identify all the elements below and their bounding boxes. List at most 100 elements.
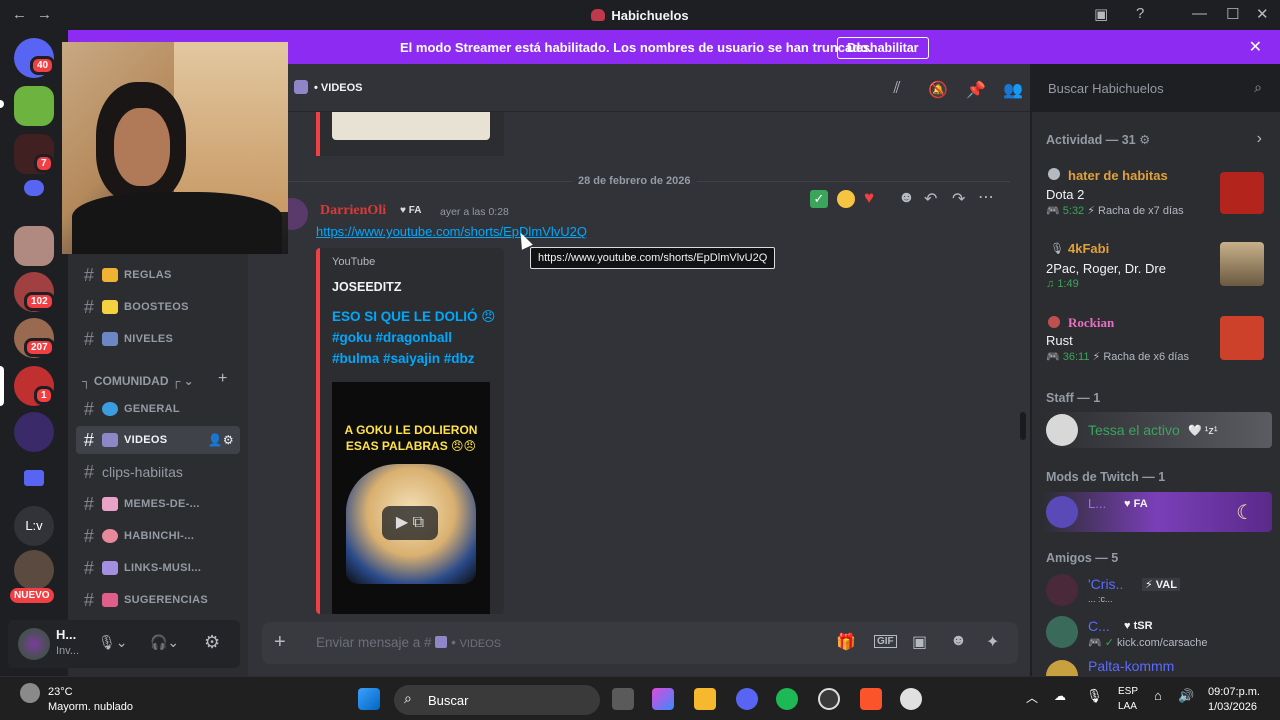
clock-time[interactable]: 09:07:p.m. (1208, 686, 1260, 698)
weather-temp[interactable]: 23°C (48, 686, 73, 698)
channel-label: BOOSTEOS (124, 301, 189, 313)
server-icon[interactable] (14, 226, 54, 266)
headphones-icon[interactable]: 🎧⌄ (150, 634, 179, 651)
search-icon[interactable]: ⌕ (1254, 79, 1262, 96)
notifications-muted-icon[interactable]: 🔕 (928, 80, 948, 99)
wifi-icon[interactable]: ⌂ (1154, 688, 1162, 703)
gif-icon[interactable]: GIF (874, 635, 897, 648)
embed-provider[interactable]: YouTube (332, 256, 375, 268)
language-indicator[interactable]: ESP (1118, 686, 1138, 697)
weather-icon[interactable] (20, 683, 40, 703)
file-explorer-icon[interactable] (694, 688, 716, 710)
category-comunidad[interactable]: ┐ COMUNIDAD ┌ ⌄ (82, 374, 194, 388)
chevron-right-icon[interactable]: › (1257, 130, 1262, 148)
channel-links-musica[interactable]: # LINKS-MUSI... (76, 554, 240, 582)
sticker-icon[interactable]: ▣ (912, 632, 927, 652)
channel-videos[interactable]: # VIDEOS 👤⚙ (76, 426, 240, 454)
new-badge: NUEVO (10, 588, 54, 603)
channel-general[interactable]: # GENERAL (76, 395, 240, 423)
channel-memes[interactable]: # MEMES-DE-... (76, 490, 240, 518)
maximize-button[interactable]: ☐ (1226, 5, 1239, 23)
check-reaction-icon[interactable]: ✓ (810, 190, 828, 208)
network-tray-icon[interactable]: ☁ (1054, 689, 1066, 703)
forward-icon[interactable]: ↷ (952, 189, 965, 209)
microphone-tray-icon[interactable]: 🎙 (1086, 688, 1103, 704)
channel-emoji-icon (102, 332, 118, 346)
activity-card[interactable]: hater de habitas Dota 2 🎮 5:32 ⚡ Racha d… (1046, 162, 1274, 222)
channel-clips[interactable]: # clips-habiitas (76, 458, 240, 486)
microphone-icon[interactable]: 🎙⌄ (98, 634, 128, 651)
add-reaction-icon[interactable]: ☻ (898, 189, 915, 207)
weather-desc[interactable]: Mayorm. nublado (48, 701, 133, 713)
member-friend[interactable]: 'Cris.. ⚡ VAL ... :c... (1042, 572, 1272, 608)
member-friend[interactable]: C... ♥ tSR 🎮 ✓ kick.com/carsache (1042, 614, 1272, 650)
invite-and-settings-icon[interactable]: 👤⚙ (208, 433, 234, 447)
member-list: Actividad — 31 ⚙ › hater de habitas Dota… (1032, 112, 1280, 676)
emoji-icon[interactable]: ☻ (950, 632, 967, 650)
discord-icon[interactable] (736, 688, 758, 710)
help-icon[interactable]: ? (1136, 5, 1144, 22)
more-options-icon[interactable]: ⋯ (978, 187, 994, 207)
member-staff[interactable]: Tessa el activo 🤍 ¹z¹ (1042, 412, 1272, 448)
embed-author[interactable]: JOSEEDITZ (332, 280, 401, 294)
volume-icon[interactable]: 🔊 (1178, 688, 1194, 704)
reply-icon[interactable]: ↶ (924, 189, 937, 209)
heart-reaction-icon[interactable]: ♥ (864, 188, 874, 208)
clock-date[interactable]: 1/03/2026 (1208, 701, 1257, 713)
message-composer[interactable]: + Enviar mensaje a # • VIDEOS 🎁 GIF ▣ ☻ … (262, 622, 1018, 664)
laugh-reaction-icon[interactable] (837, 190, 855, 208)
embed-thumbnail[interactable] (332, 112, 490, 140)
message-author[interactable]: DarrienOli (320, 203, 386, 219)
channel-sugerencias[interactable]: # SUGERENCIAS (76, 586, 240, 614)
language-indicator-sub[interactable]: LAA (1118, 701, 1137, 712)
disable-streamer-button[interactable]: Deshabilitar (837, 37, 929, 59)
folder-icon[interactable] (24, 470, 44, 486)
brave-icon[interactable] (860, 688, 882, 710)
folder-icon[interactable] (24, 180, 44, 196)
server-icon[interactable] (14, 550, 54, 590)
task-view-icon[interactable] (612, 688, 634, 710)
add-channel-icon[interactable]: + (218, 370, 227, 388)
server-icon[interactable] (14, 86, 54, 126)
obs-icon[interactable] (818, 688, 840, 710)
play-icon[interactable]: ▶ ⧉ (382, 506, 438, 540)
windows-start-icon[interactable] (358, 688, 380, 710)
gear-icon[interactable]: ⚙ (204, 632, 220, 653)
youtube-link[interactable]: https://www.youtube.com/shorts/EpDlmVlvU… (316, 224, 587, 239)
embed-title[interactable]: ESO SI QUE LE DOLIÓ 😠#goku #dragonball #… (332, 306, 502, 369)
chat-scrollbar[interactable] (1020, 412, 1026, 440)
close-window-button[interactable]: ✕ (1256, 5, 1269, 23)
gamepad-icon: 🎮 ✓ (1088, 637, 1118, 649)
embed-video-thumbnail[interactable]: A GOKU LE DOLIERON ESAS PALABRAS 😠😠 ▶ ⧉ (332, 382, 490, 614)
channel-habinchi[interactable]: # HABINCHI-... (76, 522, 240, 550)
minimize-button[interactable]: — (1192, 5, 1207, 22)
gift-icon[interactable]: 🎁 (836, 632, 856, 652)
members-icon[interactable]: 👥 (1003, 80, 1023, 99)
member-tag-text: FA (1133, 498, 1148, 510)
channel-niveles[interactable]: # NIVELES (76, 325, 240, 353)
tray-chevron-icon[interactable]: ︿ (1026, 689, 1038, 706)
username: H... (56, 627, 77, 642)
taskbar-search[interactable]: ⌕ Buscar (394, 685, 600, 715)
server-icon[interactable] (14, 412, 54, 452)
attach-plus-icon[interactable]: + (274, 631, 286, 654)
app-icon[interactable] (900, 688, 922, 710)
microsoft365-icon[interactable] (652, 688, 674, 710)
globe-icon (102, 402, 118, 416)
channel-reglas[interactable]: # REGLAS (76, 261, 240, 289)
spotify-icon[interactable] (776, 688, 798, 710)
channel-boosteos[interactable]: # BOOSTEOS (76, 293, 240, 321)
pin-icon[interactable]: 📌 (966, 80, 986, 99)
avatar[interactable] (18, 628, 50, 660)
avatar (1046, 660, 1078, 676)
activity-card[interactable]: 🎙 4kFabi 2Pac, Roger, Dr. Dre ♫ 1:49 (1046, 236, 1274, 296)
server-icon-lv[interactable]: L:v (14, 506, 54, 546)
member-friend[interactable]: Palta-kommm (1042, 656, 1272, 676)
threads-icon[interactable]: ⫽ (888, 80, 906, 98)
inbox-icon[interactable]: ▣ (1094, 5, 1108, 23)
member-mod[interactable]: L... ♥ FA ☾ (1042, 492, 1272, 532)
activity-card[interactable]: Rockian Rust 🎮 36:11 ⚡ Racha de x6 días (1046, 310, 1274, 370)
apps-icon[interactable]: ✦ (986, 632, 999, 652)
close-banner-icon[interactable]: ✕ (1249, 37, 1262, 57)
search-box[interactable]: Buscar Habichuelos ⌕ (1040, 76, 1270, 100)
